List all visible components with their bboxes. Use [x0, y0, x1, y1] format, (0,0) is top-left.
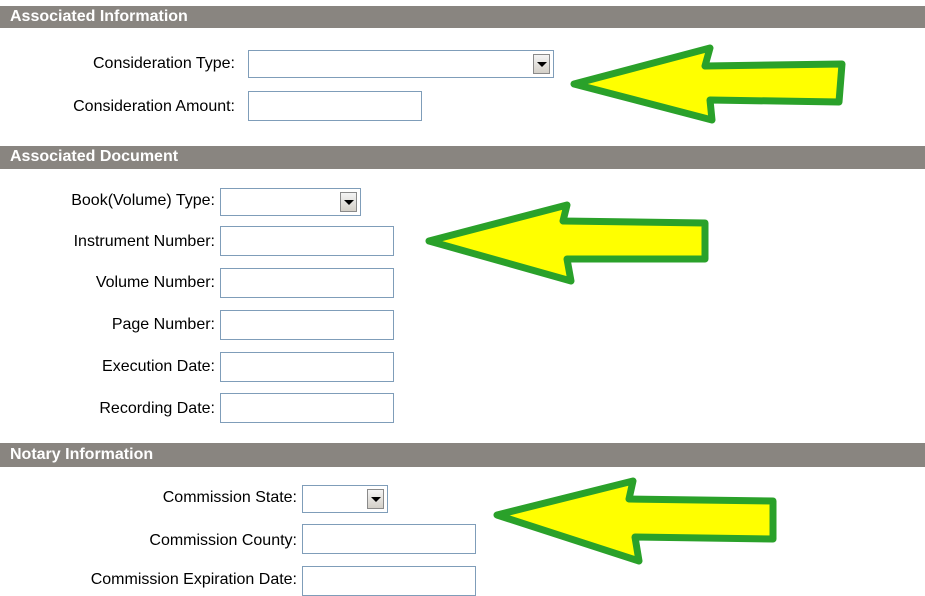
consideration-amount-input[interactable] — [248, 91, 422, 121]
commission-state-label: Commission State: — [162, 489, 297, 506]
volume-number-input[interactable] — [220, 268, 394, 298]
chevron-down-icon[interactable] — [340, 192, 357, 212]
book-volume-type-select[interactable] — [220, 188, 361, 216]
consideration-type-select[interactable] — [248, 50, 554, 78]
execution-date-input[interactable] — [220, 352, 394, 382]
commission-expiration-date-input[interactable] — [302, 566, 476, 596]
chevron-down-icon[interactable] — [533, 54, 550, 74]
instrument-number-label: Instrument Number: — [73, 233, 215, 250]
section-header-notary-information: Notary Information — [0, 443, 925, 467]
arrow-annotation-3 — [493, 477, 777, 565]
arrow-annotation-2 — [425, 201, 709, 285]
commission-state-select[interactable] — [302, 485, 388, 513]
instrument-number-input[interactable] — [220, 226, 394, 256]
consideration-type-label: Consideration Type: — [92, 55, 235, 72]
section-header-associated-information: Associated Information — [0, 6, 925, 28]
commission-expiration-date-label: Commission Expiration Date: — [90, 571, 297, 588]
arrow-annotation-1 — [570, 44, 846, 124]
page-number-input[interactable] — [220, 310, 394, 340]
volume-number-label: Volume Number: — [95, 274, 215, 291]
page-number-label: Page Number: — [111, 316, 215, 333]
section-header-associated-document: Associated Document — [0, 146, 925, 169]
chevron-down-icon[interactable] — [367, 489, 384, 509]
commission-county-label: Commission County: — [149, 532, 297, 549]
commission-county-input[interactable] — [302, 524, 476, 554]
book-volume-type-label: Book(Volume) Type: — [71, 192, 215, 209]
recording-date-input[interactable] — [220, 393, 394, 423]
consideration-amount-label: Consideration Amount: — [73, 98, 235, 115]
execution-date-label: Execution Date: — [102, 358, 215, 375]
recording-date-label: Recording Date: — [99, 400, 215, 417]
